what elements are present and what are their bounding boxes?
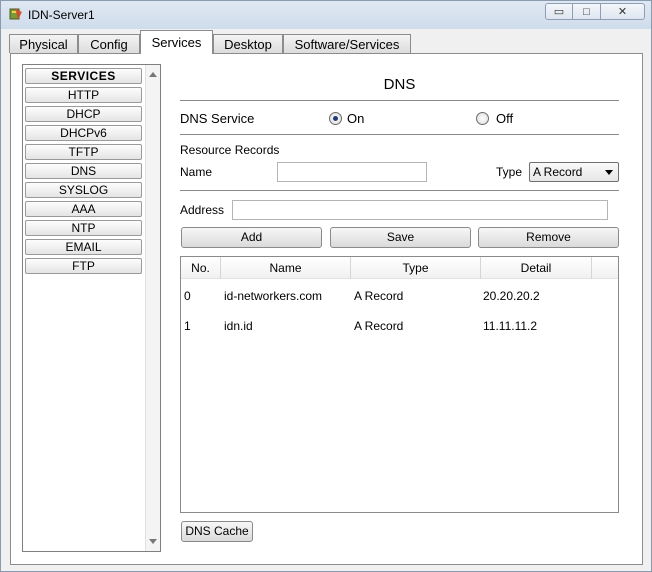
table-header: No. Name Type Detail <box>181 257 618 279</box>
cell-no: 0 <box>184 289 191 303</box>
page-title: DNS <box>383 76 416 93</box>
add-button[interactable]: Add <box>181 227 322 248</box>
services-sidebar: SERVICES HTTP DHCP DHCPv6 TFTP DNS SYSLO… <box>22 64 161 552</box>
chevron-down-icon <box>605 170 613 175</box>
column-header-detail[interactable]: Detail <box>481 257 592 279</box>
column-header-name[interactable]: Name <box>221 257 351 279</box>
window-title: IDN-Server1 <box>28 8 95 22</box>
title-bar[interactable]: IDN-Server1 ▭ □ ✕ <box>1 1 651 29</box>
type-select-value: A Record <box>533 165 583 179</box>
sidebar-item-dhcp[interactable]: DHCP <box>25 106 142 122</box>
dns-service-label: DNS Service <box>180 111 255 126</box>
cell-name: idn.id <box>224 319 253 333</box>
close-button[interactable]: ✕ <box>601 3 645 20</box>
divider <box>180 100 619 101</box>
cell-no: 1 <box>184 319 191 333</box>
services-list: SERVICES HTTP DHCP DHCPv6 TFTP DNS SYSLO… <box>25 68 144 277</box>
save-button[interactable]: Save <box>330 227 471 248</box>
dns-config-area: DNS DNS Service On Off Resource Records … <box>179 54 620 564</box>
maximize-button[interactable]: □ <box>573 3 601 20</box>
tab-config[interactable]: Config <box>78 34 140 53</box>
resource-records-label: Resource Records <box>180 143 280 157</box>
sidebar-item-aaa[interactable]: AAA <box>25 201 142 217</box>
minimize-icon: ▭ <box>553 6 565 18</box>
dns-on-label[interactable]: On <box>347 111 364 126</box>
cell-detail: 20.20.20.2 <box>483 289 540 303</box>
close-icon: ✕ <box>617 6 628 18</box>
dns-on-radio[interactable] <box>329 112 342 125</box>
cell-type: A Record <box>354 289 404 303</box>
dns-off-label[interactable]: Off <box>496 111 513 126</box>
table-row[interactable]: 1 idn.id A Record 11.11.11.2 <box>181 311 618 341</box>
sidebar-item-tftp[interactable]: TFTP <box>25 144 142 160</box>
services-panel: SERVICES HTTP DHCP DHCPv6 TFTP DNS SYSLO… <box>10 53 643 565</box>
sidebar-item-dhcpv6[interactable]: DHCPv6 <box>25 125 142 141</box>
window-controls: ▭ □ ✕ <box>545 3 645 20</box>
type-label: Type <box>496 165 523 179</box>
tab-desktop[interactable]: Desktop <box>213 34 283 53</box>
dns-cache-button[interactable]: DNS Cache <box>181 521 253 542</box>
column-header-type[interactable]: Type <box>351 257 481 279</box>
scroll-down-icon[interactable] <box>149 539 157 544</box>
name-label: Name <box>180 165 213 179</box>
scroll-up-icon[interactable] <box>149 72 157 77</box>
sidebar-item-http[interactable]: HTTP <box>25 87 142 103</box>
sidebar-scrollbar[interactable] <box>145 65 160 551</box>
address-input[interactable] <box>232 200 608 220</box>
radio-selected-dot <box>333 116 338 121</box>
dns-records-table: No. Name Type Detail 0 id-networkers.com… <box>180 256 619 513</box>
table-row[interactable]: 0 id-networkers.com A Record 20.20.20.2 <box>181 281 618 311</box>
divider <box>180 134 619 135</box>
sidebar-item-ftp[interactable]: FTP <box>25 258 142 274</box>
tab-physical[interactable]: Physical <box>9 34 78 53</box>
sidebar-item-syslog[interactable]: SYSLOG <box>25 182 142 198</box>
services-header-button[interactable]: SERVICES <box>25 68 142 84</box>
sidebar-item-email[interactable]: EMAIL <box>25 239 142 255</box>
cell-detail: 11.11.11.2 <box>483 319 538 333</box>
tab-software-services[interactable]: Software/Services <box>283 34 411 53</box>
address-label: Address <box>180 203 225 217</box>
sidebar-item-ntp[interactable]: NTP <box>25 220 142 236</box>
name-input[interactable] <box>277 162 427 182</box>
type-select[interactable]: A Record <box>529 162 619 182</box>
tab-services[interactable]: Services <box>140 30 213 54</box>
minimize-button[interactable]: ▭ <box>545 3 573 20</box>
divider <box>180 190 619 191</box>
maximize-icon: □ <box>583 5 590 18</box>
sidebar-item-dns[interactable]: DNS <box>25 163 142 179</box>
cell-name: id-networkers.com <box>224 289 323 303</box>
remove-button[interactable]: Remove <box>478 227 619 248</box>
dns-off-radio[interactable] <box>476 112 489 125</box>
cell-type: A Record <box>354 319 404 333</box>
app-window: IDN-Server1 ▭ □ ✕ Physical Config Servic… <box>0 0 652 572</box>
column-header-no[interactable]: No. <box>181 257 221 279</box>
server-app-icon <box>9 8 22 20</box>
